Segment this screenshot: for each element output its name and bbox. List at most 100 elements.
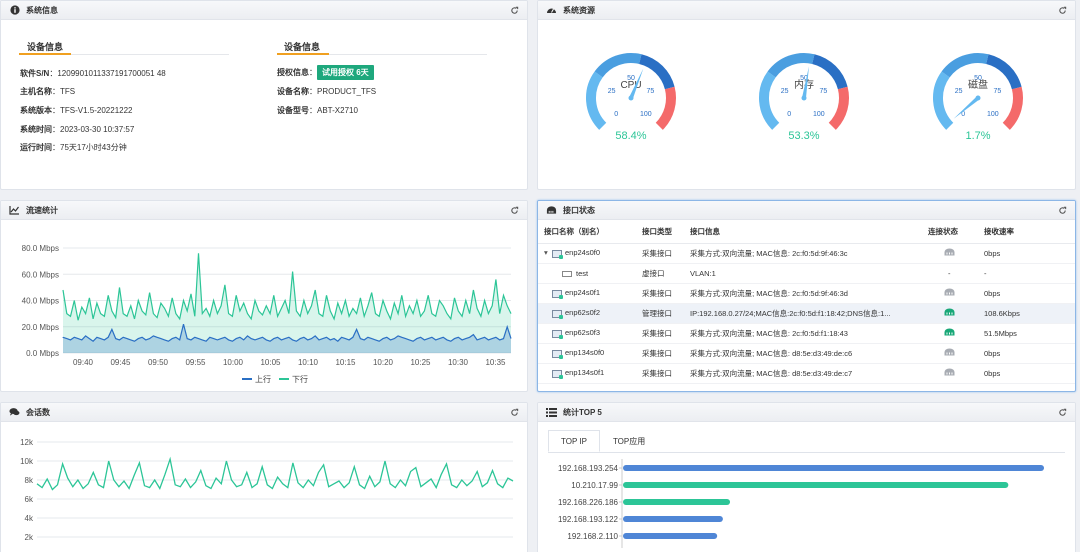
x-tick-label: 10:15 [335,358,356,367]
gauge-band [759,71,780,130]
interface-row[interactable]: enp134s0f0 采集接口 采集方式:双向流量; MAC信息: d8:5e:d3… [538,343,1075,364]
x-tick-label: 09:55 [185,358,206,367]
gauge-value: 53.3% [788,130,819,142]
y-tick-label: 0.0 Mbps [26,349,59,358]
category-label: 192.168.193.254 [558,464,619,473]
interface-status-cell [922,323,978,344]
gauge-hub [975,95,981,101]
refresh-icon[interactable] [1057,5,1067,15]
interface-rate: 0bps [978,243,1075,264]
bar [623,533,718,539]
col-name: 接口名称（别名） [538,221,636,244]
interface-name-cell: test [538,263,636,284]
status-up-icon [944,308,955,316]
refresh-icon[interactable] [1057,407,1067,417]
interface-status-cell: - [922,263,978,284]
port-icon [552,249,563,259]
interface-row[interactable]: test 虚接口 VLAN:1 - - [538,263,1075,284]
x-tick-label: 10:05 [260,358,281,367]
gauge-value: 1.7% [965,130,990,142]
status-text: - [948,268,951,278]
interface-rate: - [978,263,1075,284]
tab-top-ip[interactable]: TOP IP [548,430,600,452]
x-tick-label: 09:45 [110,358,131,367]
top5-tabs: TOP IP TOP应用 [548,430,658,452]
port-icon [552,369,563,379]
interface-name: enp62s0f3 [565,328,601,338]
interface-info: 采集方式:双向流量; MAC信息: d8:5e:d3:49:de:c6 [684,343,922,364]
status-down-icon [944,288,955,296]
x-tick-label: 10:10 [298,358,319,367]
col-type: 接口类型 [636,221,684,244]
interface-rate: 0bps [978,343,1075,364]
y-tick-label: 10k [20,457,34,466]
interface-rate: 0bps [978,363,1075,384]
interface-row[interactable]: enp62s0f3 采集接口 采集方式:双向流量; MAC信息: 2c:f0:5d:… [538,323,1075,344]
interface-rate: 108.6Kbps [978,303,1075,324]
top5-panel: 统计TOP 5 TOP IP TOP应用 192.168.193.254 10.2… [537,402,1076,552]
tab-top-app[interactable]: TOP应用 [600,430,658,452]
gauge-hub [628,95,634,101]
interface-rate: 0bps [978,283,1075,304]
interface-info: 采集方式:双向流量; MAC信息: 2c:f0:5d:9f:46:3d [684,283,922,304]
category-label: 192.168.193.122 [558,515,619,524]
gauge-band [767,53,815,78]
refresh-icon[interactable] [509,205,519,215]
sessions-panel: 会话数 2k 4k 6k 8k 10k 12k [0,402,528,552]
uptime-row: 运行时间：75天17小时43分钟 [20,143,127,152]
comments-icon [9,407,20,418]
refresh-icon[interactable] [509,407,519,417]
sessions-chart: 2k 4k 6k 8k 10k 12k [20,438,514,542]
interface-info: 采集方式:双向流量; MAC信息: 2c:f0:5d:f1:18:43 [684,323,922,344]
interface-status-cell [922,303,978,324]
info-icon [9,5,20,16]
x-tick-label: 10:35 [485,358,506,367]
gauge-tick-label: 100 [640,111,652,118]
gauge-tick-label: 75 [994,88,1002,95]
bar [623,465,1045,471]
status-up-icon [944,328,955,336]
system-info-header: 系统信息 [1,1,527,20]
interface-row[interactable]: enp24s0f1 采集接口 采集方式:双向流量; MAC信息: 2c:f0:5d:… [538,283,1075,304]
license-badge: 试用授权 6天 [317,65,374,80]
auth-info-divider [277,53,487,55]
caret-down-icon[interactable]: ▾ [544,248,552,257]
port-icon [552,329,563,339]
gauge-label: 磁盘 [968,78,988,91]
sessions-line [36,456,514,491]
status-down-icon [944,368,955,376]
interfaces-header: 接口状态 [538,201,1075,220]
interface-type: 采集接口 [636,243,684,264]
interface-info: 采集方式:双向流量; MAC信息: 2c:f0:5d:9f:46:3c [684,243,922,264]
interface-status-cell [922,363,978,384]
y-tick-label: 60.0 Mbps [22,270,59,279]
interface-row[interactable]: enp134s0f1 采集接口 采集方式:双向流量; MAC信息: d8:5e:d3… [538,363,1075,384]
x-tick-label: 10:00 [223,358,244,367]
refresh-icon[interactable] [1057,205,1067,215]
interface-name-cell: enp24s0f1 [538,283,636,304]
traffic-header: 流速统计 [1,201,527,220]
gauge-band [933,71,954,130]
device-name-row: 设备名称：PRODUCT_TFS [277,87,377,96]
gauge-band [594,53,642,78]
license-row: 授权信息： 试用授权 6天 [277,65,374,80]
gauge-band [985,54,1022,90]
interface-name: enp134s0f0 [565,348,605,358]
system-info-panel: 系统信息 设备信息 设备信息 软件S/N：1209901011337191700… [0,0,528,190]
y-tick-label: 12k [20,438,34,447]
interface-type: 采集接口 [636,363,684,384]
interfaces-panel: 接口状态 接口名称（别名） 接口类型 接口信息 连接状态 接收速率 ▾ enp24… [537,200,1076,392]
interface-rate: 51.5Mbps [978,323,1075,344]
interface-status-cell [922,343,978,364]
col-rate: 接收速率 [978,221,1075,244]
gauge-band [655,86,676,130]
interface-row[interactable]: enp62s0f2 管理接口 IP:192.168.0.27/24;MAC信息:2c… [538,303,1075,324]
gauge-tick-label: 75 [820,88,828,95]
status-down-icon [944,248,955,256]
status-down-icon [944,348,955,356]
interface-row[interactable]: ▾ enp24s0f0 采集接口 采集方式:双向流量; MAC信息: 2c:f0:5d… [538,243,1075,264]
gauge-band [811,54,848,90]
interface-name: enp24s0f0 [565,248,601,258]
refresh-icon[interactable] [509,5,519,15]
interface-name-cell: enp134s0f1 [538,363,636,384]
